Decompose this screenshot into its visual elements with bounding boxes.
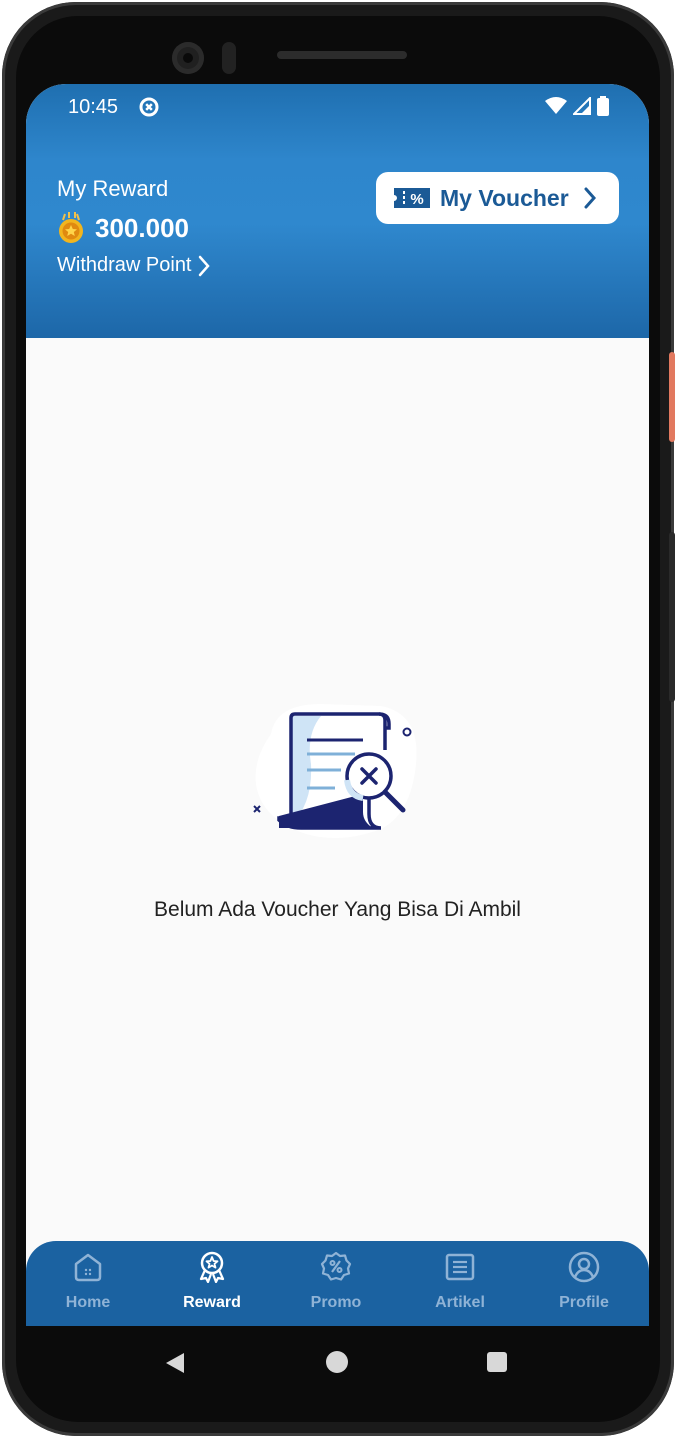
nav-item-home[interactable]: Home	[26, 1241, 150, 1326]
coin-icon	[59, 212, 83, 243]
reward-title: My Reward	[57, 176, 169, 201]
earpiece-speaker	[277, 51, 407, 59]
status-icons	[545, 96, 609, 116]
points-row: 300.000	[57, 212, 189, 244]
system-navigation-bar	[26, 1326, 649, 1398]
voucher-ticket-icon: %	[394, 188, 430, 208]
nav-label-home: Home	[65, 1294, 111, 1311]
my-voucher-button[interactable]: % My Voucher	[376, 172, 619, 224]
empty-voucher-illustration	[253, 704, 417, 838]
nav-item-reward[interactable]: Reward	[150, 1241, 274, 1326]
profile-icon	[568, 1251, 600, 1283]
signal-icon	[573, 97, 591, 115]
nav-label-profile: Profile	[559, 1294, 609, 1311]
battery-icon	[597, 96, 609, 116]
chevron-right-icon	[198, 255, 210, 276]
status-bar: 10:45	[26, 84, 649, 130]
my-voucher-label: My Voucher	[440, 184, 569, 211]
nav-label-promo: Promo	[310, 1294, 362, 1311]
proximity-sensor	[222, 42, 236, 74]
reward-header: 10:45 My Reward 300.000 Withdraw Point %…	[26, 84, 649, 338]
power-button	[669, 352, 675, 442]
home-icon	[74, 1253, 102, 1282]
withdraw-point-link[interactable]: Withdraw Point	[57, 254, 210, 277]
svg-text:%: %	[410, 191, 423, 208]
chevron-right-icon	[584, 187, 596, 209]
withdraw-label: Withdraw Point	[57, 254, 192, 276]
nav-item-promo[interactable]: Promo	[274, 1241, 398, 1326]
volume-button	[669, 532, 675, 702]
nav-item-profile[interactable]: Profile	[522, 1241, 646, 1326]
empty-state-message: Belum Ada Voucher Yang Bisa Di Ambil	[154, 898, 521, 921]
recent-apps-button[interactable]	[487, 1352, 507, 1372]
bottom-navigation: Home Reward Promo Artikel Profile	[26, 1241, 649, 1326]
wifi-icon	[545, 97, 567, 114]
app-screen: 10:45 My Reward 300.000 Withdraw Point %…	[26, 84, 649, 1326]
nav-item-artikel[interactable]: Artikel	[398, 1241, 522, 1326]
back-triangle-icon[interactable]	[164, 1352, 186, 1374]
app-notification-icon	[139, 97, 159, 117]
front-camera	[172, 42, 204, 74]
promo-percent-icon	[320, 1251, 352, 1281]
nav-label-reward: Reward	[183, 1294, 241, 1311]
article-icon	[445, 1253, 475, 1281]
points-value: 300.000	[95, 212, 189, 243]
home-circle-button[interactable]	[326, 1351, 348, 1373]
reward-badge-icon	[199, 1251, 225, 1283]
status-time: 10:45	[68, 96, 119, 118]
nav-label-artikel: Artikel	[435, 1294, 485, 1311]
